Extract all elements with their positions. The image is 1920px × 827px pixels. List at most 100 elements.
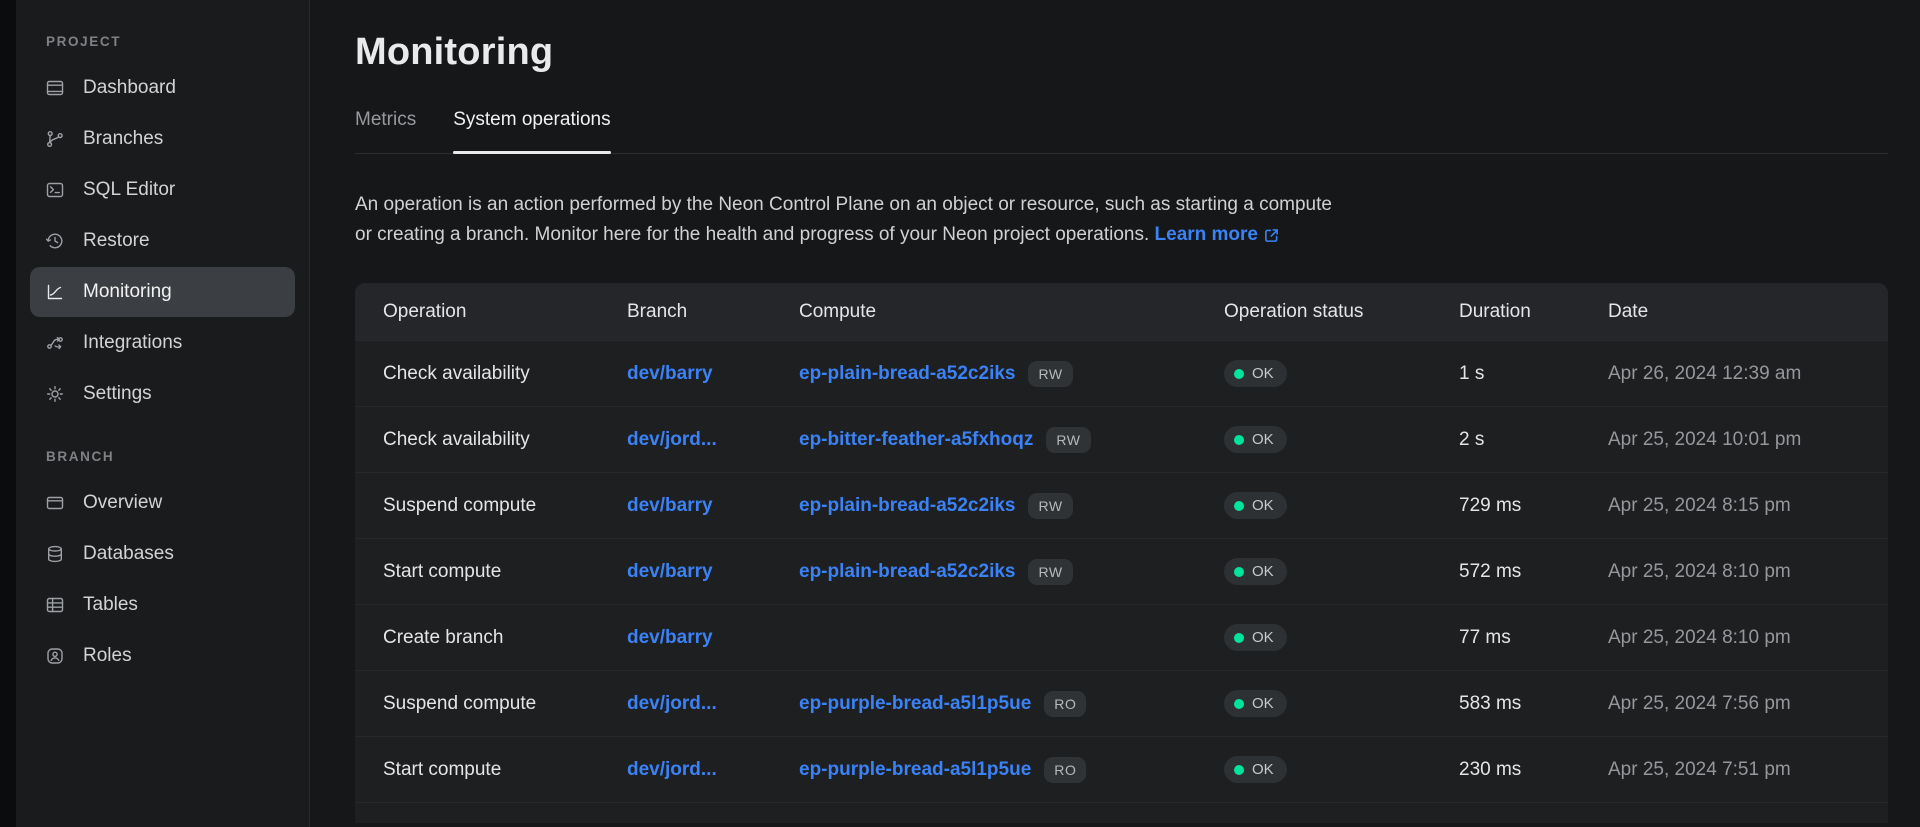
date-cell: Apr 25, 2024 8:15 pm [1608, 495, 1860, 517]
branches-icon [45, 129, 65, 149]
sidebar-item-label: Databases [83, 543, 174, 565]
table-row: Check availability dev/barry ep-plain-br… [355, 340, 1888, 406]
page-title: Monitoring [355, 28, 1888, 76]
sidebar-item-label: Settings [83, 383, 152, 405]
roles-icon [45, 646, 65, 666]
duration-cell: 2 s [1459, 429, 1608, 451]
status-badge: OK [1224, 360, 1287, 387]
sidebar: PROJECT Dashboard Branches SQL Editor [16, 0, 310, 827]
duration-cell: 572 ms [1459, 561, 1608, 583]
sidebar-item-label: Restore [83, 230, 150, 252]
access-badge: RO [1044, 691, 1086, 717]
column-header-duration: Duration [1459, 301, 1608, 323]
status-label: OK [1252, 432, 1274, 447]
operation-cell: Start compute [383, 759, 627, 781]
column-header-operation-status: Operation status [1224, 301, 1459, 323]
status-label: OK [1252, 630, 1274, 645]
sidebar-section-label: BRANCH [16, 449, 309, 464]
tables-icon [45, 595, 65, 615]
sidebar-item-dashboard[interactable]: Dashboard [30, 63, 295, 113]
sidebar-section-label: PROJECT [16, 34, 309, 49]
sidebar-item-label: Overview [83, 492, 162, 514]
sidebar-item-label: Integrations [83, 332, 182, 354]
sidebar-item-monitoring[interactable]: Monitoring [30, 267, 295, 317]
compute-link[interactable]: ep-bitter-feather-a5fxhoqz [799, 429, 1033, 451]
restore-icon [45, 231, 65, 251]
status-label: OK [1252, 366, 1274, 381]
status-badge: OK [1224, 492, 1287, 519]
operation-cell: Create branch [383, 627, 627, 649]
external-link-icon [1263, 227, 1280, 244]
sidebar-item-label: Roles [83, 645, 132, 667]
sidebar-item-settings[interactable]: Settings [30, 369, 295, 419]
compute-link[interactable]: ep-purple-bread-a5l1p5ue [799, 693, 1031, 715]
status-label: OK [1252, 564, 1274, 579]
date-cell: Apr 25, 2024 7:56 pm [1608, 693, 1860, 715]
branch-link[interactable]: dev/barry [627, 627, 713, 648]
duration-cell: 1 s [1459, 363, 1608, 385]
sidebar-item-restore[interactable]: Restore [30, 216, 295, 266]
table-row: Check availability dev/jord... ep-bitter… [355, 406, 1888, 472]
sidebar-item-databases[interactable]: Databases [30, 529, 295, 579]
sidebar-item-overview[interactable]: Overview [30, 478, 295, 528]
status-dot-icon [1234, 369, 1244, 379]
sidebar-section-project: PROJECT Dashboard Branches SQL Editor [16, 34, 309, 419]
operation-cell: Suspend compute [383, 495, 627, 517]
status-badge: OK [1224, 756, 1287, 783]
access-badge: RW [1046, 427, 1090, 453]
table-row: Start compute dev/barry ep-plain-bread-a… [355, 538, 1888, 604]
databases-icon [45, 544, 65, 564]
branch-link[interactable]: dev/barry [627, 495, 713, 516]
status-dot-icon [1234, 765, 1244, 775]
branch-link[interactable]: dev/jord... [627, 429, 717, 450]
tab-system-operations[interactable]: System operations [453, 108, 610, 153]
description: An operation is an action performed by t… [355, 190, 1888, 250]
status-badge: OK [1224, 624, 1287, 651]
app-root: PROJECT Dashboard Branches SQL Editor [0, 0, 1920, 827]
access-badge: RW [1028, 493, 1072, 519]
table-row: Start compute dev/jord... ep-purple-brea… [355, 736, 1888, 802]
duration-cell: 77 ms [1459, 627, 1608, 649]
status-label: OK [1252, 762, 1274, 777]
status-badge: OK [1224, 426, 1287, 453]
status-dot-icon [1234, 501, 1244, 511]
access-badge: RW [1028, 559, 1072, 585]
table-row: Suspend compute dev/jord... ep-purple-br… [355, 670, 1888, 736]
branch-link[interactable]: dev/jord... [627, 693, 717, 714]
branch-link[interactable]: dev/barry [627, 561, 713, 582]
status-badge: OK [1224, 558, 1287, 585]
branch-link[interactable]: dev/barry [627, 363, 713, 384]
status-dot-icon [1234, 567, 1244, 577]
sidebar-item-branches[interactable]: Branches [30, 114, 295, 164]
column-header-compute: Compute [799, 301, 1224, 323]
table-row: Create branch dev/barry OK 77 ms Apr 25,… [355, 604, 1888, 670]
tab-metrics[interactable]: Metrics [355, 108, 416, 153]
sidebar-item-sql-editor[interactable]: SQL Editor [30, 165, 295, 215]
date-cell: Apr 25, 2024 7:51 pm [1608, 759, 1860, 781]
compute-link[interactable]: ep-plain-bread-a52c2iks [799, 495, 1015, 517]
date-cell: Apr 25, 2024 8:10 pm [1608, 627, 1860, 649]
duration-cell: 583 ms [1459, 693, 1608, 715]
learn-more-link[interactable]: Learn more [1155, 220, 1280, 250]
date-cell: Apr 25, 2024 10:01 pm [1608, 429, 1860, 451]
status-badge: OK [1224, 690, 1287, 717]
access-badge: RW [1028, 361, 1072, 387]
branch-link[interactable]: dev/jord... [627, 759, 717, 780]
access-badge: RO [1044, 757, 1086, 783]
sidebar-item-label: Dashboard [83, 77, 176, 99]
compute-link[interactable]: ep-purple-bread-a5l1p5ue [799, 759, 1031, 781]
column-header-branch: Branch [627, 301, 799, 323]
integrations-icon [45, 333, 65, 353]
sidebar-item-tables[interactable]: Tables [30, 580, 295, 630]
sidebar-item-label: Branches [83, 128, 163, 150]
settings-icon [45, 384, 65, 404]
dashboard-icon [45, 78, 65, 98]
left-edge-strip [0, 0, 16, 827]
sidebar-item-integrations[interactable]: Integrations [30, 318, 295, 368]
duration-cell: 230 ms [1459, 759, 1608, 781]
compute-link[interactable]: ep-plain-bread-a52c2iks [799, 561, 1015, 583]
date-cell: Apr 26, 2024 12:39 am [1608, 363, 1860, 385]
sidebar-item-roles[interactable]: Roles [30, 631, 295, 681]
overview-icon [45, 493, 65, 513]
compute-link[interactable]: ep-plain-bread-a52c2iks [799, 363, 1015, 385]
